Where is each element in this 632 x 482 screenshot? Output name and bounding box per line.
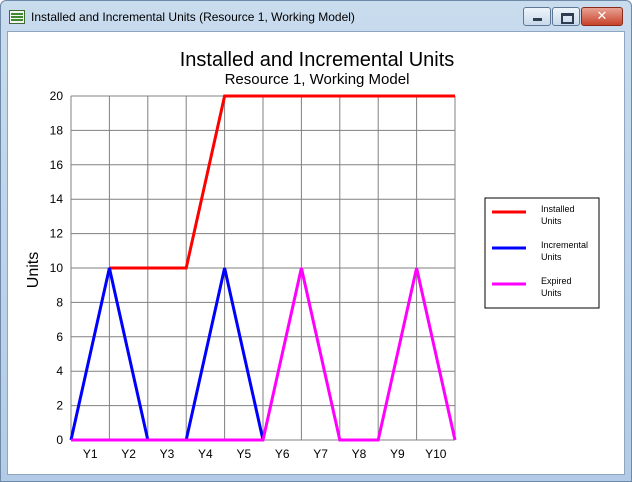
- window-title: Installed and Incremental Units (Resourc…: [31, 10, 355, 24]
- y-tick-label: 6: [56, 330, 63, 344]
- x-tick-label: Y10: [425, 447, 447, 461]
- x-tick-label: Y9: [390, 447, 405, 461]
- x-tick-label: Y1: [83, 447, 98, 461]
- y-axis-ticks: 0 2 4 6 8 10 12 14 16 18 20: [50, 89, 64, 447]
- y-tick-label: 12: [50, 227, 64, 241]
- chart-subtitle: Resource 1, Working Model: [225, 71, 410, 88]
- minimize-button[interactable]: [523, 7, 551, 26]
- y-tick-label: 0: [56, 433, 63, 447]
- y-tick-label: 4: [56, 364, 63, 378]
- chart-title: Installed and Incremental Units: [180, 49, 455, 71]
- x-tick-label: Y2: [121, 447, 136, 461]
- legend: Installed UnitsIncremental UnitsExpired Uni…: [484, 197, 600, 309]
- x-tick-label: Y8: [352, 447, 367, 461]
- title-bar[interactable]: Installed and Incremental Units (Resourc…: [1, 1, 631, 31]
- series-line-installed-units: [109, 94, 455, 270]
- y-tick-label: 20: [50, 89, 64, 103]
- maximize-icon: [553, 8, 579, 25]
- y-tick-label: 10: [50, 261, 64, 275]
- app-window: Installed and Incremental Units (Resourc…: [0, 0, 632, 482]
- chart-app-icon: [9, 10, 25, 24]
- close-button[interactable]: ✕: [581, 7, 623, 26]
- maximize-button[interactable]: [552, 7, 580, 26]
- close-icon: ✕: [596, 9, 608, 24]
- x-tick-label: Y6: [275, 447, 290, 461]
- minimize-icon: [524, 8, 550, 25]
- y-tick-label: 8: [56, 295, 63, 309]
- y-tick-label: 16: [50, 158, 64, 172]
- x-tick-label: Y7: [313, 447, 328, 461]
- x-axis-ticks: Y1 Y2 Y3 Y4 Y5 Y6 Y7 Y8 Y9 Y10: [83, 447, 447, 461]
- y-tick-label: 18: [50, 123, 64, 137]
- x-tick-label: Y5: [236, 447, 251, 461]
- chart-area: Installed and Incremental Units Resource…: [7, 31, 625, 475]
- y-tick-label: 14: [50, 192, 64, 206]
- x-tick-label: Y4: [198, 447, 213, 461]
- y-tick-label: 2: [56, 399, 63, 413]
- y-axis-label: Units: [25, 252, 42, 288]
- x-tick-label: Y3: [160, 447, 175, 461]
- chart-svg: Installed and Incremental Units Resource…: [25, 49, 600, 461]
- series-line-incremental-units: [69, 267, 265, 442]
